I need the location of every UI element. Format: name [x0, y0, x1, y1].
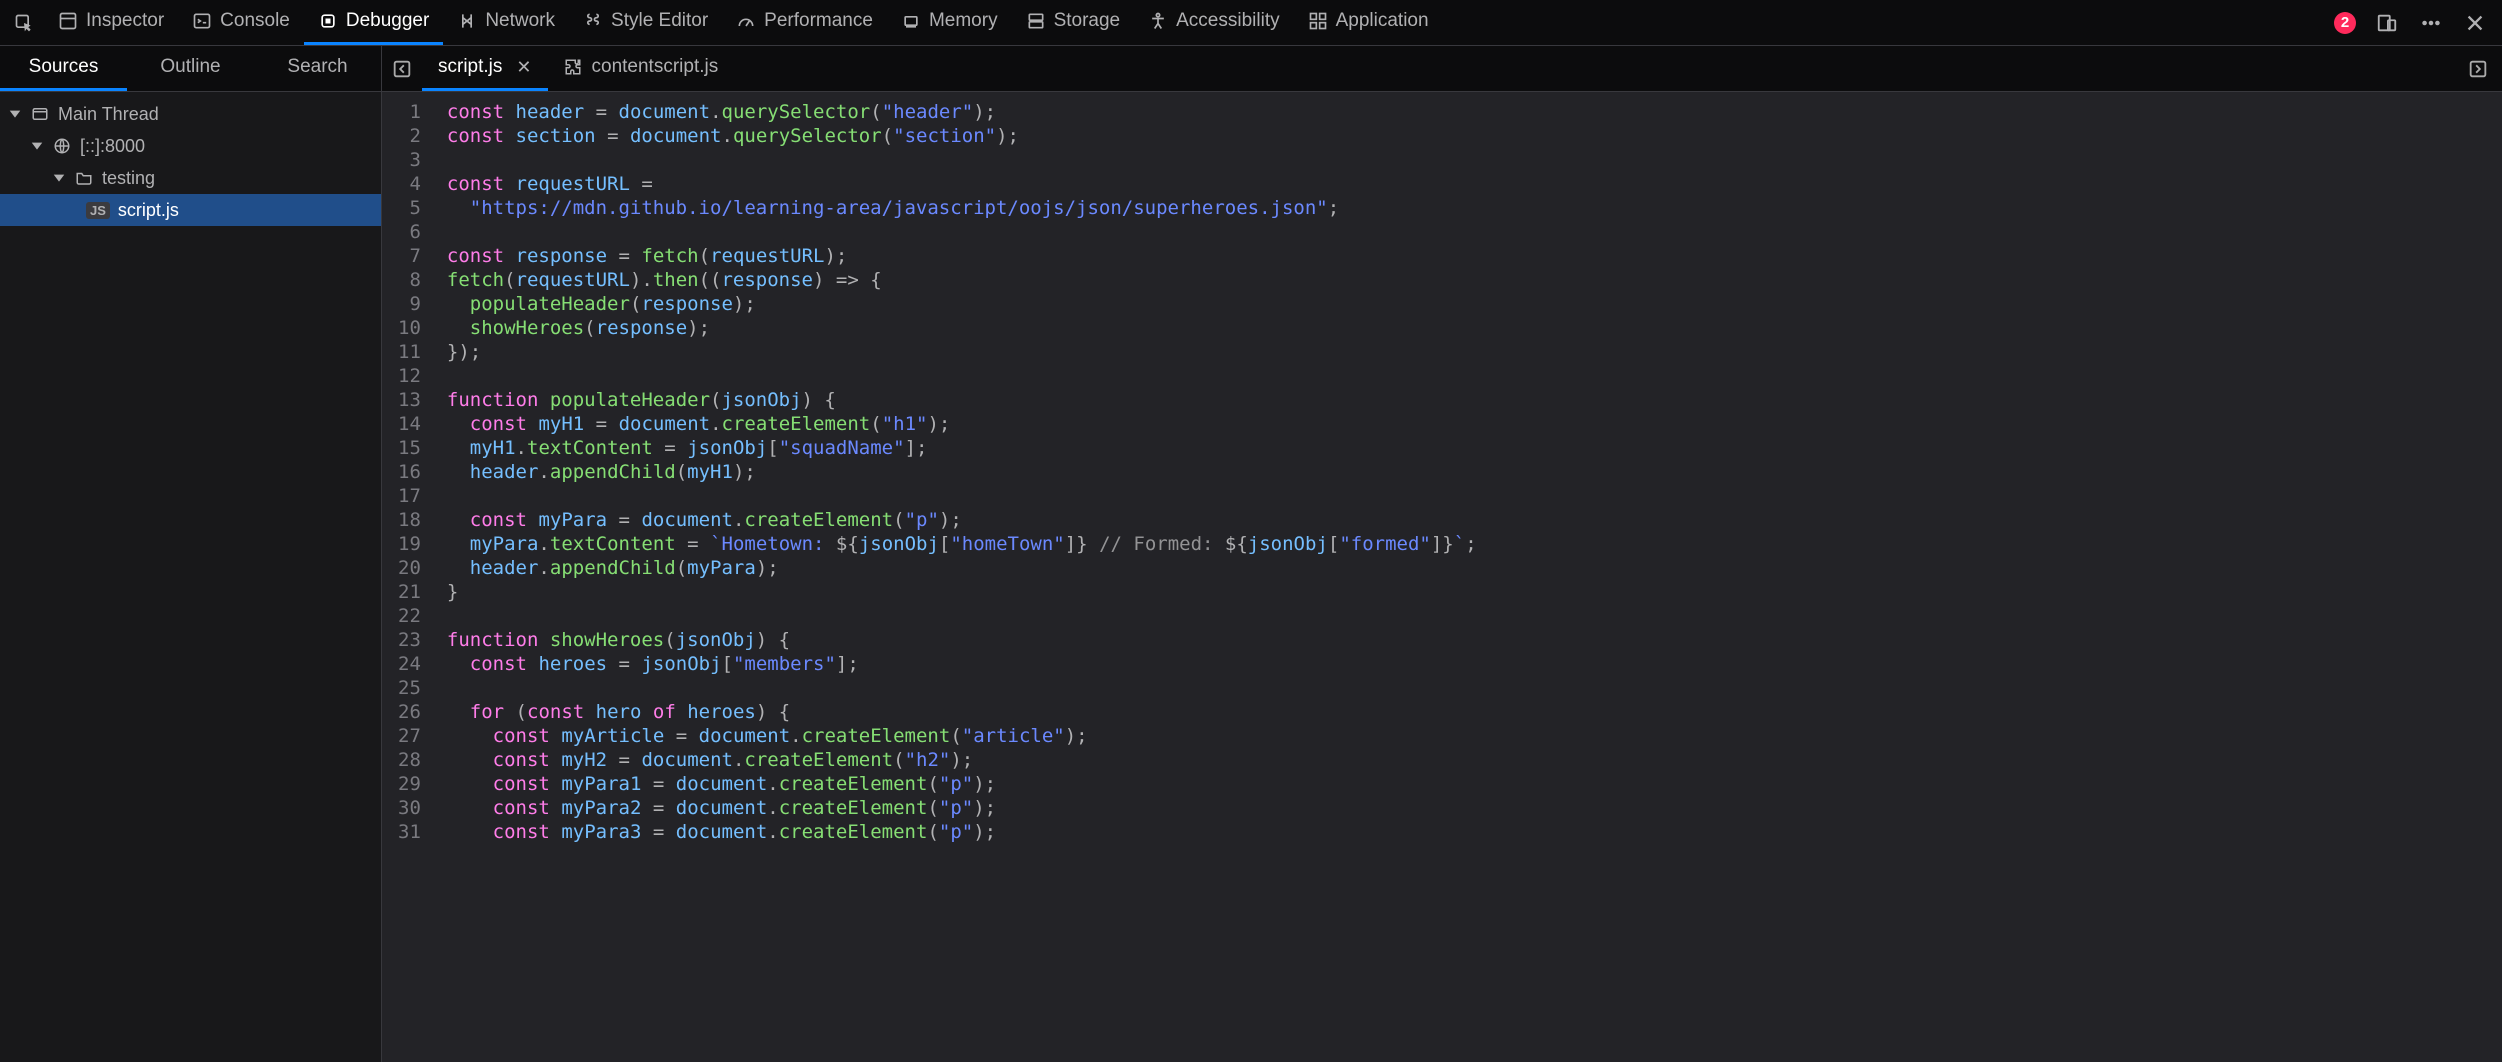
toggle-right-pane-button[interactable]	[2462, 46, 2494, 91]
devtools-toolbar: Inspector Console Debugger Network Style	[0, 0, 2502, 46]
more-menu-button[interactable]	[2418, 10, 2444, 36]
storage-icon	[1026, 11, 1046, 31]
tab-accessibility[interactable]: Accessibility	[1134, 0, 1293, 45]
inspector-icon	[58, 11, 78, 31]
tab-style-editor[interactable]: Style Editor	[569, 0, 722, 45]
tab-network[interactable]: Network	[443, 0, 569, 45]
debugger-secondbar: Sources Outline Search script.js ✕ conte…	[0, 46, 2502, 92]
line-gutter: 1234567891011121314151617181920212223242…	[382, 92, 431, 1062]
puzzle-icon	[564, 58, 582, 76]
performance-icon	[736, 11, 756, 31]
twisty-icon	[30, 139, 44, 153]
back-arrow-button[interactable]	[382, 46, 422, 91]
tab-label: Style Editor	[611, 10, 708, 32]
file-tab-contentscript-js[interactable]: contentscript.js	[548, 46, 735, 91]
tree-row-main-thread[interactable]: Main Thread	[0, 98, 381, 130]
panel-tab-label: Sources	[29, 56, 99, 78]
tree-label: script.js	[118, 200, 179, 221]
tab-inspector[interactable]: Inspector	[44, 0, 178, 45]
tab-label: Network	[485, 10, 555, 32]
application-icon	[1308, 11, 1328, 31]
tree-row-folder[interactable]: testing	[0, 162, 381, 194]
panel-tabs: Sources Outline Search	[0, 46, 382, 91]
sources-tree: Main Thread [::]:8000 testing JS script.…	[0, 92, 382, 1062]
folder-icon	[74, 168, 94, 188]
tab-debugger[interactable]: Debugger	[304, 0, 443, 45]
tree-row-host[interactable]: [::]:8000	[0, 130, 381, 162]
console-icon	[192, 11, 212, 31]
tab-label: Accessibility	[1176, 10, 1279, 32]
tab-label: Application	[1336, 10, 1429, 32]
toolbar-left: Inspector Console Debugger Network Style	[4, 0, 1443, 45]
panel-tab-search[interactable]: Search	[254, 46, 381, 91]
file-tab-script-js[interactable]: script.js ✕	[422, 46, 548, 91]
file-tabs: script.js ✕ contentscript.js	[382, 46, 2502, 91]
tab-label: Debugger	[346, 10, 429, 32]
close-icon[interactable]: ✕	[512, 57, 531, 78]
pick-element-button[interactable]	[4, 0, 44, 45]
tab-console[interactable]: Console	[178, 0, 304, 45]
panel-tab-outline[interactable]: Outline	[127, 46, 254, 91]
code-content[interactable]: const header = document.querySelector("h…	[431, 92, 1493, 1062]
globe-icon	[52, 136, 72, 156]
pick-element-icon	[14, 13, 34, 33]
tree-label: Main Thread	[58, 104, 159, 125]
tab-label: Console	[220, 10, 290, 32]
panel-tab-sources[interactable]: Sources	[0, 46, 127, 91]
tree-label: [::]:8000	[80, 136, 145, 157]
error-count-badge[interactable]: 2	[2334, 12, 2356, 34]
tab-label: Memory	[929, 10, 998, 32]
debugger-main: Main Thread [::]:8000 testing JS script.…	[0, 92, 2502, 1062]
js-badge-icon: JS	[86, 202, 110, 219]
tab-memory[interactable]: Memory	[887, 0, 1012, 45]
code-editor[interactable]: 1234567891011121314151617181920212223242…	[382, 92, 2502, 1062]
twisty-icon	[52, 171, 66, 185]
network-icon	[457, 11, 477, 31]
style-editor-icon	[583, 11, 603, 31]
tab-label: Storage	[1054, 10, 1121, 32]
toolbar-right: 2	[2334, 10, 2498, 36]
close-devtools-button[interactable]	[2462, 10, 2488, 36]
tab-label: Inspector	[86, 10, 164, 32]
tab-performance[interactable]: Performance	[722, 0, 887, 45]
memory-icon	[901, 11, 921, 31]
debugger-icon	[318, 11, 338, 31]
file-tab-label: contentscript.js	[592, 56, 719, 78]
tab-application[interactable]: Application	[1294, 0, 1443, 45]
twisty-icon	[8, 107, 22, 121]
panel-tab-label: Outline	[160, 56, 220, 78]
tab-label: Performance	[764, 10, 873, 32]
tree-row-file[interactable]: JS script.js	[0, 194, 381, 226]
tab-storage[interactable]: Storage	[1012, 0, 1135, 45]
accessibility-icon	[1148, 11, 1168, 31]
file-tab-label: script.js	[438, 56, 502, 78]
responsive-mode-button[interactable]	[2374, 10, 2400, 36]
window-icon	[30, 104, 50, 124]
panel-tab-label: Search	[287, 56, 347, 78]
tree-label: testing	[102, 168, 155, 189]
